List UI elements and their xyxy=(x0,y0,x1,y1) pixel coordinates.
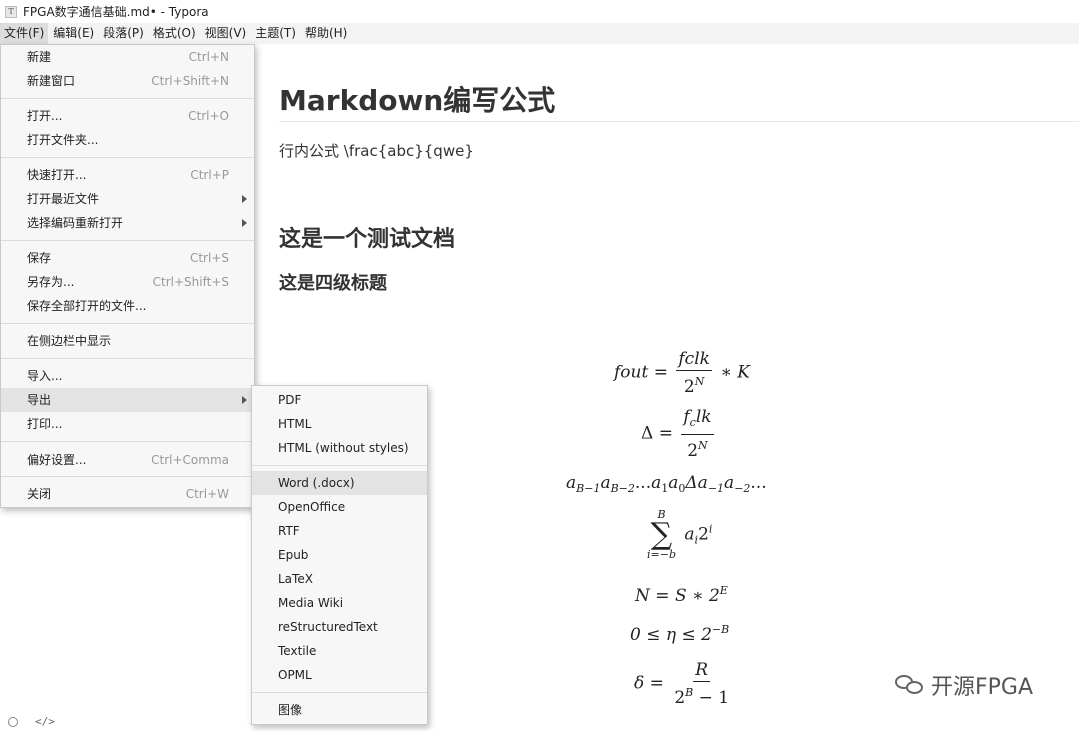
file-menu-open-folder[interactable]: 打开文件夹... xyxy=(1,128,254,152)
formula-n-equals: N = S ∗ 2E xyxy=(635,584,728,606)
file-menu-close[interactable]: 关闭 Ctrl+W xyxy=(1,482,254,506)
export-submenu: PDF HTML HTML (without styles) Word (.do… xyxy=(251,385,428,725)
file-menu-save-as[interactable]: 另存为... Ctrl+Shift+S xyxy=(1,270,254,294)
export-textile[interactable]: Textile xyxy=(252,639,427,663)
export-image[interactable]: 图像 xyxy=(252,698,427,722)
menu-theme[interactable]: 主题(T) xyxy=(251,23,300,44)
file-menu-dropdown: 新建 Ctrl+N 新建窗口 Ctrl+Shift+N 打开... Ctrl+O 打开… xyxy=(0,44,255,508)
typora-app-icon: T xyxy=(5,5,17,18)
menu-view[interactable]: 视图(V) xyxy=(201,23,251,44)
file-menu-import[interactable]: 导入... xyxy=(1,364,254,388)
file-menu-reveal-sidebar[interactable]: 在侧边栏中显示 xyxy=(1,329,254,353)
menu-separator xyxy=(1,157,254,158)
file-menu-print[interactable]: 打印... xyxy=(1,412,254,436)
outline-toggle-icon[interactable] xyxy=(8,717,18,727)
menu-separator xyxy=(252,692,427,693)
file-menu-reopen-encoding[interactable]: 选择编码重新打开 xyxy=(1,211,254,235)
file-menu-new[interactable]: 新建 Ctrl+N xyxy=(1,45,254,69)
formula-delta: Δ = fclk 2N xyxy=(641,407,714,461)
window-title: FPGA数字通信基础.md• - Typora xyxy=(23,5,209,19)
submenu-arrow-icon xyxy=(242,396,247,404)
formula-delta-resolution: δ = R 2B − 1 xyxy=(634,660,730,708)
export-html-no-styles[interactable]: HTML (without styles) xyxy=(252,436,427,460)
file-menu-save-all[interactable]: 保存全部打开的文件... xyxy=(1,294,254,318)
heading-2: 这是一个测试文档 xyxy=(279,227,456,252)
export-rtf[interactable]: RTF xyxy=(252,519,427,543)
export-opml[interactable]: OPML xyxy=(252,663,427,687)
export-epub[interactable]: Epub xyxy=(252,543,427,567)
file-menu-export[interactable]: 导出 xyxy=(1,388,254,412)
file-menu-new-window[interactable]: 新建窗口 Ctrl+Shift+N xyxy=(1,69,254,93)
file-menu-save[interactable]: 保存 Ctrl+S xyxy=(1,246,254,270)
menu-separator xyxy=(1,358,254,359)
menu-separator xyxy=(252,465,427,466)
status-bar: </> xyxy=(0,714,1079,731)
heading-divider xyxy=(279,121,1079,122)
menu-edit[interactable]: 编辑(E) xyxy=(49,23,98,44)
file-menu-open-recent[interactable]: 打开最近文件 xyxy=(1,187,254,211)
formula-summation: B ∑ i=−b ai2i xyxy=(647,508,713,561)
heading-4: 这是四级标题 xyxy=(279,273,387,294)
submenu-arrow-icon xyxy=(242,195,247,203)
menu-separator xyxy=(1,476,254,477)
watermark-text: 开源FPGA xyxy=(931,675,1034,700)
export-pdf[interactable]: PDF xyxy=(252,388,427,412)
export-mediawiki[interactable]: Media Wiki xyxy=(252,591,427,615)
menu-bar: 文件(F) 编辑(E) 段落(P) 格式(O) 视图(V) 主题(T) 帮助(H… xyxy=(0,23,1079,44)
title-bar: T FPGA数字通信基础.md• - Typora xyxy=(0,0,1079,23)
source-code-toggle[interactable]: </> xyxy=(35,715,55,728)
export-openoffice[interactable]: OpenOffice xyxy=(252,495,427,519)
formula-sequence: aB−1aB−2...a1a0Δa−1a−2... xyxy=(566,473,767,495)
menu-file[interactable]: 文件(F) xyxy=(0,23,49,44)
formula-fout: fout = fclk 2N ∗ K xyxy=(614,349,751,397)
formula-eta-range: 0 ≤ η ≤ 2−B xyxy=(630,623,730,645)
file-menu-quick-open[interactable]: 快速打开... Ctrl+P xyxy=(1,163,254,187)
inline-formula-paragraph: 行内公式 \frac{abc}{qwe} xyxy=(279,142,474,160)
export-restructuredtext[interactable]: reStructuredText xyxy=(252,615,427,639)
export-latex[interactable]: LaTeX xyxy=(252,567,427,591)
menu-paragraph[interactable]: 段落(P) xyxy=(99,23,148,44)
menu-separator xyxy=(1,441,254,442)
submenu-arrow-icon xyxy=(242,219,247,227)
watermark: 开源FPGA xyxy=(895,668,1033,702)
export-word[interactable]: Word (.docx) xyxy=(252,471,427,495)
file-menu-open[interactable]: 打开... Ctrl+O xyxy=(1,104,254,128)
menu-format[interactable]: 格式(O) xyxy=(149,23,200,44)
menu-separator xyxy=(1,98,254,99)
menu-separator xyxy=(1,240,254,241)
export-html[interactable]: HTML xyxy=(252,412,427,436)
menu-help[interactable]: 帮助(H) xyxy=(301,23,351,44)
menu-separator xyxy=(1,323,254,324)
heading-1: Markdown编写公式 xyxy=(279,84,556,117)
wechat-icon xyxy=(895,672,925,698)
file-menu-preferences[interactable]: 偏好设置... Ctrl+Comma xyxy=(1,448,254,472)
